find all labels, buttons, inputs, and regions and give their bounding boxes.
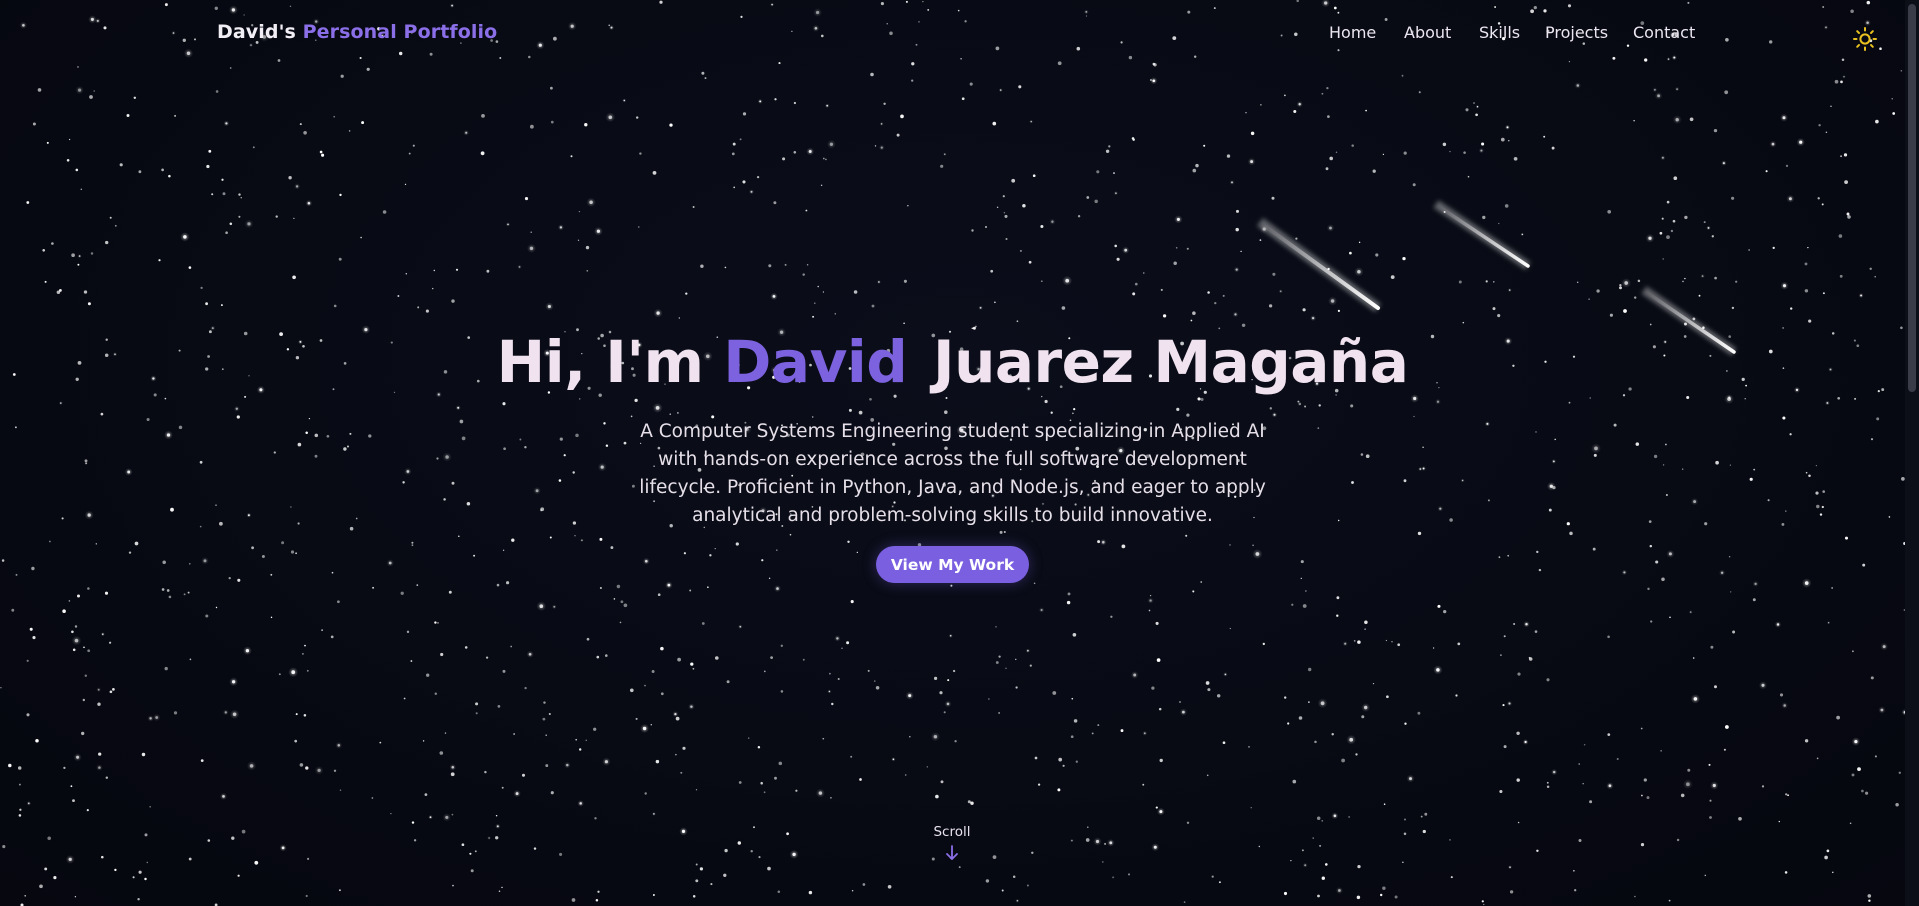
view-my-work-button[interactable]: View My Work bbox=[876, 546, 1029, 583]
hero-title: Hi, I'm David Juarez Magaña bbox=[0, 328, 1905, 396]
scrollbar-thumb[interactable] bbox=[1908, 4, 1916, 392]
scroll-label: Scroll bbox=[933, 824, 971, 840]
hero-section: Hi, I'm David Juarez Magaña A Computer S… bbox=[0, 0, 1919, 906]
hero-first-name: David bbox=[723, 328, 908, 396]
hero-last-name: Juarez Magaña bbox=[932, 328, 1409, 396]
portfolio-page: David's Personal Portfolio Home About Sk… bbox=[0, 0, 1919, 906]
page-scrollbar[interactable] bbox=[1905, 0, 1919, 906]
hero-greeting: Hi, I'm bbox=[496, 328, 704, 396]
arrow-down-icon bbox=[946, 845, 958, 860]
hero-description: A Computer Systems Engineering student s… bbox=[639, 421, 1266, 526]
scroll-indicator[interactable]: Scroll bbox=[912, 824, 992, 862]
